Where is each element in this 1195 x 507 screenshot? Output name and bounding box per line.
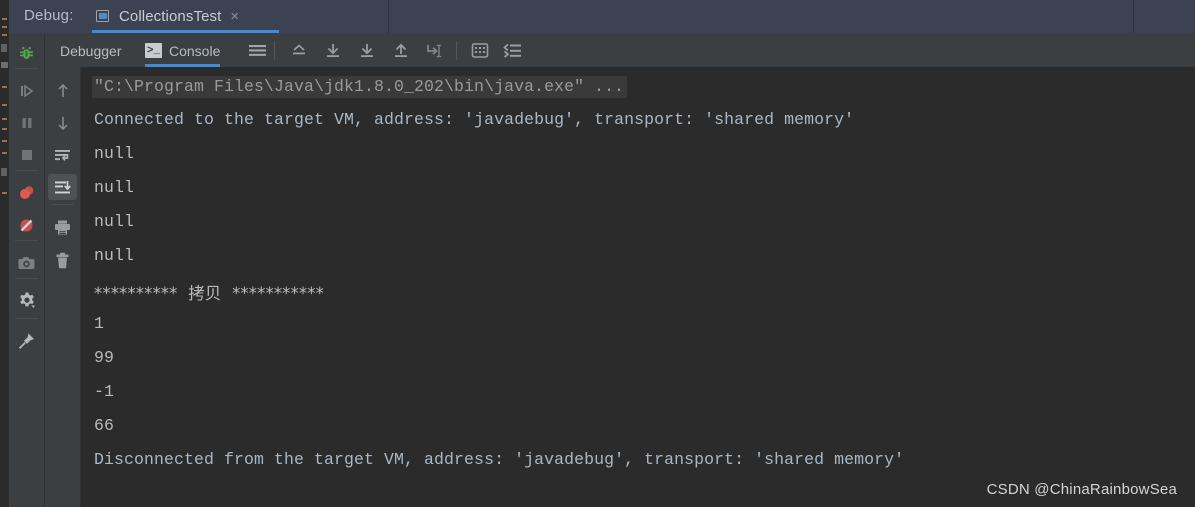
console-line-5: null [94,246,135,265]
console-line-2: null [94,144,135,163]
editor-sliver [0,0,9,507]
indent-lines-glyph [503,43,521,58]
scroll-to-top-icon[interactable] [286,38,312,63]
use-soft-wraps-icon[interactable] [467,38,493,63]
console-line-3: null [94,178,135,197]
step-down-icon[interactable] [45,108,80,138]
console-line-4: null [94,212,135,231]
console-line-8: 99 [94,348,115,367]
console-line-11: Disconnected from the target VM, address… [94,450,905,469]
tab-console[interactable]: >_ Console [145,34,221,67]
close-icon[interactable]: × [230,9,239,24]
resume-glyph [20,84,33,98]
arrow-down-glyph [57,117,68,131]
titlebar-divider-2 [1133,0,1134,33]
print-icon[interactable] [45,212,80,242]
mute-breakpoints-icon[interactable] [9,210,44,240]
console-glyph-icon: >_ [145,43,162,58]
debug-bug-icon[interactable] [9,38,44,68]
debug-session-tab[interactable]: CollectionsTest × [88,0,279,33]
pause-glyph [22,118,31,128]
console-line-10: 66 [94,416,115,435]
printer-glyph [55,220,70,234]
console-line-9: -1 [94,382,115,401]
view-breakpoints-icon[interactable] [9,178,44,208]
resume-program-icon[interactable] [9,76,44,106]
grid-glyph [471,43,489,58]
scroll-to-end-icon[interactable] [320,38,346,63]
tab-active-underline [92,30,279,33]
rail-separator-4 [15,278,38,279]
debug-actions-rail [9,34,45,507]
tab-console-label: Console [169,42,221,59]
arrow-to-cursor-glyph [427,44,442,57]
breakpoints-glyph [19,186,33,199]
up-to-bar-glyph [293,43,305,54]
settings-gear-icon[interactable] [9,286,44,316]
bug-glyph [20,46,33,59]
console-line-0: "C:\Program Files\Java\jdk1.8.0_202\bin\… [92,76,628,98]
scroll-up-icon[interactable] [388,38,414,63]
rail-separator-1 [15,68,38,69]
console-output[interactable]: "C:\Program Files\Java\jdk1.8.0_202\bin\… [81,67,1195,507]
console-actions-rail [45,34,81,507]
console-line-1: Connected to the target VM, address: 'ja… [94,110,855,129]
scroll-end-glyph [55,180,71,193]
soft-wrap-lines-icon[interactable] [45,140,80,170]
clear-all-icon[interactable] [45,246,80,276]
stop-program-icon[interactable] [9,140,44,170]
arrow-up-glyph [57,83,68,97]
scroll-to-end-icon[interactable] [45,172,80,202]
gear-glyph [19,292,35,308]
soft-wrap-icon[interactable] [244,38,270,63]
rail-separator-5 [15,318,38,319]
hamburger-glyph [248,45,266,56]
application-run-icon [96,9,111,24]
soft-wrap-glyph [55,149,70,161]
up-from-bar-glyph [395,42,407,57]
pause-program-icon[interactable] [9,108,44,138]
stop-glyph [21,150,32,160]
tab-debugger[interactable]: Debugger [60,34,122,67]
debug-label: Debug: [24,7,74,24]
debug-session-tab-label: CollectionsTest [119,8,222,25]
debug-titlebar: Debug: CollectionsTest × [9,0,1195,34]
go-to-cursor-icon[interactable] [422,38,448,63]
toolbar-divider-2 [456,41,457,60]
pin-glyph [18,333,34,349]
console-line-6: ********** 拷贝 *********** [94,284,324,303]
trash-glyph [56,252,69,268]
idea-debug-window: Debug: CollectionsTest × Debugger >_ Con… [0,0,1195,507]
down-to-bar-glyph-1 [327,43,339,57]
screenshot-icon[interactable] [9,248,44,278]
scroll-down-icon[interactable] [354,38,380,63]
down-to-bar-glyph-2 [361,43,373,57]
rail2-separator-1 [51,204,74,205]
rail-separator-3 [15,240,38,241]
console-panel-toolbar: Debugger >_ Console [45,34,1195,67]
toolbar-divider-1 [274,41,275,60]
step-up-icon[interactable] [45,76,80,106]
camera-glyph [18,256,35,269]
console-line-7: 1 [94,314,105,333]
pin-tab-icon[interactable] [9,326,44,356]
titlebar-divider-1 [388,0,389,33]
tab-debugger-label: Debugger [60,42,122,59]
rail-separator-2 [15,170,38,171]
mute-breakpoints-glyph [20,219,33,231]
watermark: CSDN @ChinaRainbowSea [986,481,1177,498]
print-layout-icon[interactable] [500,38,526,63]
